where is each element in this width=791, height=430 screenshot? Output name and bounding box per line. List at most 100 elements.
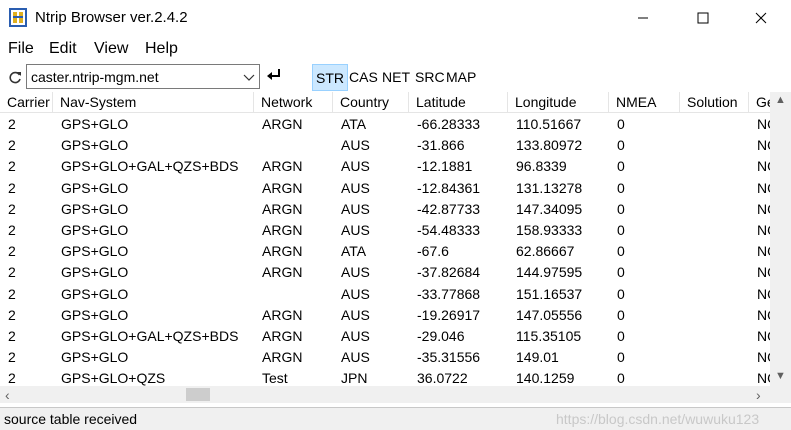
table-cell: GPS+GLO	[61, 137, 129, 154]
table-cell: NO	[757, 264, 770, 281]
minimize-icon	[638, 17, 648, 19]
table-cell: 140.1259	[516, 370, 575, 386]
table-cell: -33.77868	[417, 285, 481, 302]
tab-cas[interactable]: CAS	[346, 67, 381, 87]
table-cell: -54.48333	[417, 222, 481, 238]
table-cell: JPN	[341, 370, 368, 386]
scroll-down-icon[interactable]: ▼	[775, 370, 786, 382]
tab-net[interactable]: NET	[379, 67, 413, 87]
reload-icon[interactable]	[7, 69, 23, 85]
table-cell: AUS	[341, 137, 370, 154]
app-icon	[9, 8, 27, 27]
tab-str[interactable]: STR	[312, 64, 348, 91]
table-row[interactable]: 2 GPS+GLO ARGN AUS -54.48333 158.93333 0 NO	[0, 220, 770, 241]
table-header: Carrier Nav-System Network Country Latitude L…	[0, 92, 770, 113]
column-header[interactable]: Network	[254, 92, 333, 113]
window-title: Ntrip Browser ver.2.4.2	[35, 9, 188, 26]
table-row[interactable]: 2 GPS+GLO ARGN AUS -35.31556 149.01 0 NO	[0, 347, 770, 368]
horizontal-scrollbar[interactable]: ‹ ›	[0, 386, 770, 403]
scroll-right-icon[interactable]: ›	[756, 387, 761, 403]
table-cell: NO	[757, 116, 770, 132]
table-row[interactable]: 2 GPS+GLO ARGN AUS -12.84361 131.13278 0 NO	[0, 178, 770, 199]
table-cell: 158.93333	[516, 222, 583, 238]
table-cell: GPS+GLO	[61, 243, 129, 260]
table-cell: NO	[757, 285, 770, 302]
table-cell: ARGN	[262, 222, 303, 238]
table-cell: 115.35105	[516, 328, 582, 344]
address-input[interactable]: caster.ntrip-mgm.net	[31, 69, 159, 85]
maximize-button[interactable]	[680, 0, 726, 36]
table-cell: GPS+GLO	[61, 264, 129, 281]
table-cell: 147.05556	[516, 306, 583, 323]
horizontal-scroll-thumb[interactable]	[186, 388, 210, 401]
table-cell: NO	[757, 306, 770, 323]
table-cell: GPS+GLO	[61, 179, 129, 196]
table-cell: 0	[617, 349, 625, 366]
table-row[interactable]: 2 GPS+GLO ARGN AUS -19.26917 147.05556 0 NO	[0, 305, 770, 326]
menu-edit[interactable]: Edit	[49, 40, 77, 58]
table-row[interactable]: 2 GPS+GLO+GAL+QZS+BDS ARGN AUS -12.1881 96.83…	[0, 156, 770, 177]
table-cell: 62.86667	[516, 243, 575, 260]
column-header[interactable]: Nav-System	[53, 92, 254, 113]
table-cell: 2	[8, 349, 16, 366]
table-row[interactable]: 2 GPS+GLO ARGN ATA -66.28333 110.51667 0 NO	[0, 114, 770, 135]
toolbar: caster.ntrip-mgm.net STR CAS NET SRC MAP	[0, 62, 791, 92]
table-cell: GPS+GLO+GAL+QZS+BDS	[61, 328, 239, 344]
table-row[interactable]: 2 GPS+GLO+GAL+QZS+BDS ARGN AUS -29.046 115.35…	[0, 326, 770, 347]
tab-map[interactable]: MAP	[443, 67, 479, 87]
menu-file[interactable]: File	[8, 40, 34, 58]
table-row[interactable]: 2 GPS+GLO ARGN ATA -67.6 62.86667 0 NO	[0, 241, 770, 262]
enter-icon[interactable]	[266, 67, 282, 83]
table-cell: 2	[8, 222, 16, 238]
table-cell: AUS	[341, 264, 370, 281]
column-header[interactable]: Country	[333, 92, 409, 113]
column-header[interactable]: Latitude	[409, 92, 508, 113]
menu-help[interactable]: Help	[145, 40, 178, 58]
table-cell: NO	[757, 222, 770, 238]
table-cell: 149.01	[516, 349, 559, 366]
close-icon	[755, 12, 767, 24]
table-cell: NO	[757, 158, 770, 175]
table-cell: GPS+GLO	[61, 306, 129, 323]
table-cell: 2	[8, 370, 16, 386]
table-cell: 36.0722	[417, 370, 468, 386]
table-row[interactable]: 2 GPS+GLO+QZS Test JPN 36.0722 140.1259 0 NO	[0, 368, 770, 386]
column-header[interactable]: Carrier	[0, 92, 53, 113]
chevron-down-icon[interactable]	[243, 71, 255, 83]
table-cell: GPS+GLO	[61, 349, 129, 366]
table-cell: 0	[617, 264, 625, 281]
menu-view[interactable]: View	[94, 40, 128, 58]
table-cell: NO	[757, 328, 770, 344]
table-cell: AUS	[341, 349, 370, 366]
table-cell: -12.1881	[417, 158, 473, 175]
watermark-text: https://blog.csdn.net/wuwuku123	[556, 411, 760, 427]
table-cell: 2	[8, 328, 16, 344]
close-button[interactable]	[738, 0, 784, 36]
table-row[interactable]: 2 GPS+GLO ARGN AUS -37.82684 144.97595 0 NO	[0, 262, 770, 283]
table-cell: GPS+GLO+QZS	[61, 370, 166, 386]
table-cell: AUS	[341, 306, 370, 323]
table-cell: -19.26917	[417, 306, 481, 323]
minimize-button[interactable]	[620, 0, 666, 36]
table-cell: 144.97595	[516, 264, 583, 281]
table-cell: 2	[8, 243, 16, 260]
status-bar: source table received https://blog.csdn.…	[0, 407, 791, 430]
vertical-scrollbar[interactable]: ▲ ▼	[770, 92, 791, 386]
scroll-left-icon[interactable]: ‹	[5, 387, 10, 403]
table-row[interactable]: 2 GPS+GLO AUS -31.866 133.80972 0 NO	[0, 135, 770, 156]
table-cell: ARGN	[262, 200, 303, 217]
table-cell: NO	[757, 349, 770, 366]
table-row[interactable]: 2 GPS+GLO ARGN AUS -42.87733 147.34095 0 NO	[0, 199, 770, 220]
address-combobox[interactable]: caster.ntrip-mgm.net	[26, 64, 260, 89]
column-header[interactable]: Ge	[749, 92, 770, 113]
column-header[interactable]: Longitude	[508, 92, 609, 113]
table-cell: -12.84361	[417, 179, 481, 196]
column-header[interactable]: NMEA	[609, 92, 680, 113]
table-row[interactable]: 2 GPS+GLO AUS -33.77868 151.16537 0 NO	[0, 284, 770, 305]
table-cell: AUS	[341, 179, 370, 196]
table-cell: GPS+GLO	[61, 222, 129, 238]
table-cell: -66.28333	[417, 116, 481, 132]
column-header[interactable]: Solution	[680, 92, 749, 113]
scroll-up-icon[interactable]: ▲	[775, 94, 786, 106]
table-cell: NO	[757, 370, 770, 386]
